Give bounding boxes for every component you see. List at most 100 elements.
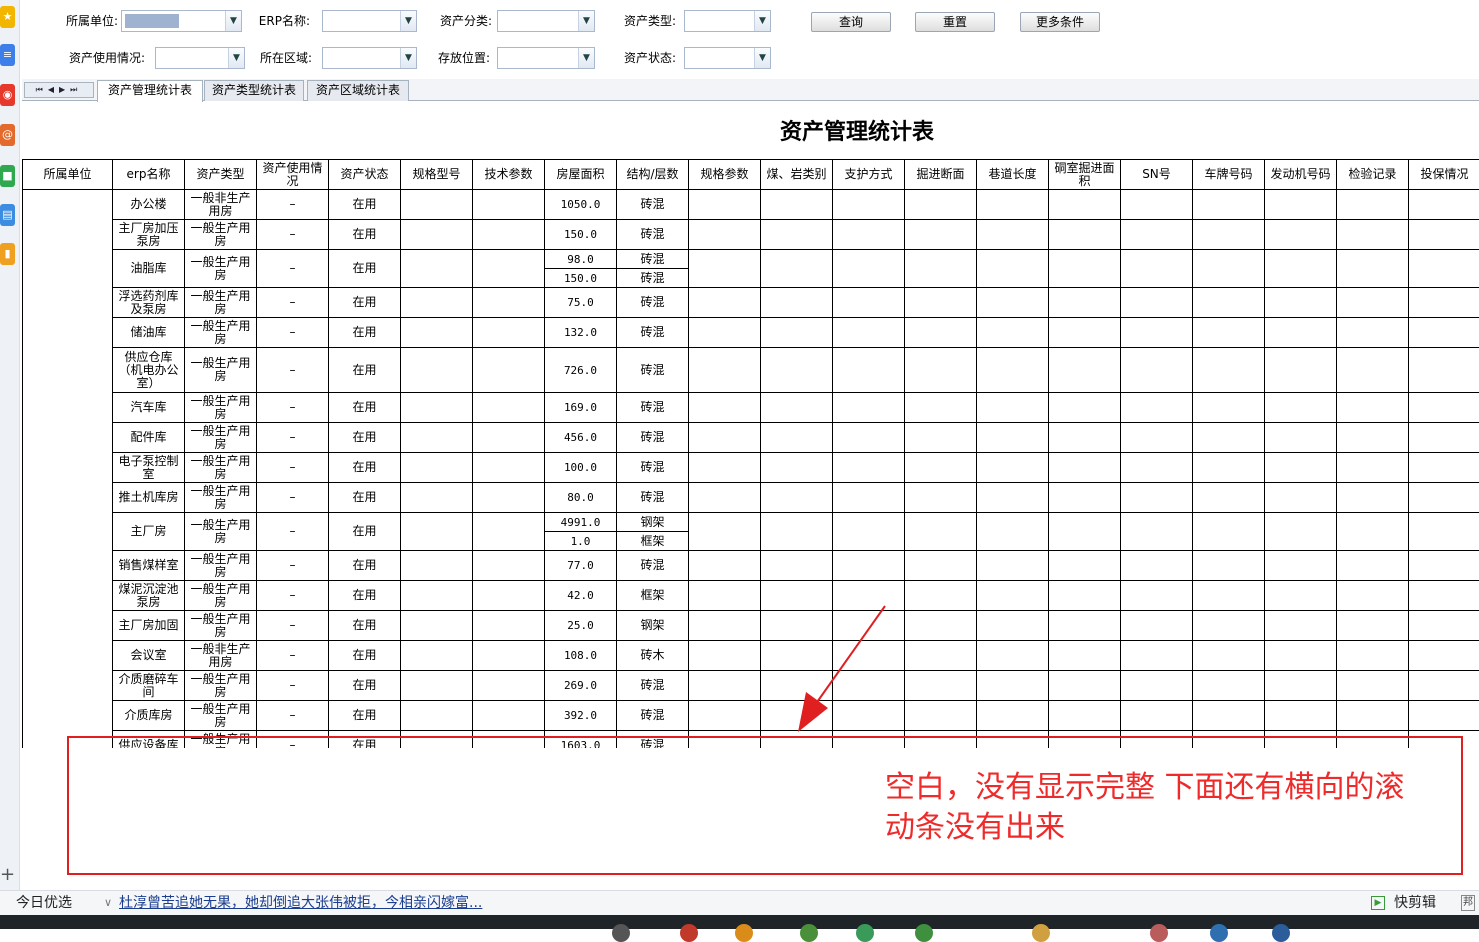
chevron-down-icon[interactable]: ▼ (578, 48, 594, 68)
taskbar-app-icon[interactable] (856, 924, 874, 942)
notes-icon[interactable]: ▤ (0, 204, 15, 226)
filter-label-area: 所在区域: (252, 48, 312, 68)
structure-cell: 砖混 (617, 220, 689, 250)
floor-area-cell: 392.0 (545, 701, 617, 731)
usage-select[interactable]: ▼ (155, 47, 245, 69)
status-cell: 在用 (329, 611, 401, 641)
empty-cell (1121, 551, 1193, 581)
chevron-down-icon[interactable]: ▼ (754, 48, 770, 68)
taskbar-app-icon[interactable] (915, 924, 933, 942)
mail-icon[interactable]: @ (0, 124, 15, 146)
chevron-down-icon[interactable]: ▼ (400, 48, 416, 68)
usage-cell: – (257, 288, 329, 318)
taskbar-app-icon[interactable] (735, 924, 753, 942)
taskbar-app-icon[interactable] (1272, 924, 1290, 942)
bookmark-icon[interactable]: ▮ (0, 243, 15, 265)
empty-cell (905, 641, 977, 671)
empty-cell (1121, 513, 1193, 551)
erp-name-select[interactable]: ▼ (322, 10, 417, 32)
query-button[interactable]: 查询 (811, 12, 891, 32)
status-cell: 在用 (329, 423, 401, 453)
spec-model-cell (401, 453, 473, 483)
empty-cell (689, 348, 761, 393)
taskbar-app-icon[interactable] (680, 924, 698, 942)
empty-cell (689, 220, 761, 250)
empty-cell (1193, 671, 1265, 701)
reset-button[interactable]: 重置 (915, 12, 995, 32)
asset-type-select[interactable]: ▼ (684, 10, 771, 32)
taskbar-app-icon[interactable] (800, 924, 818, 942)
empty-cell (1337, 348, 1409, 393)
spec-model-cell (401, 611, 473, 641)
asset-type-cell: 一般生产用房 (185, 581, 257, 611)
play-icon[interactable]: ▶ (1371, 896, 1385, 910)
report-viewport[interactable]: 资产管理统计表 所属单位erp名称资产类型资产使用情况资产状态规格型号技术参数房… (22, 102, 1479, 748)
structure-cell: 框架 (617, 532, 689, 551)
chevron-down-icon[interactable]: ▼ (225, 11, 241, 31)
empty-cell (1121, 190, 1193, 220)
filter-label-unit: 所属单位: (60, 11, 118, 31)
chevron-down-icon[interactable]: ▼ (578, 11, 594, 31)
empty-cell (905, 701, 977, 731)
more-conditions-button[interactable]: 更多条件 (1020, 12, 1100, 32)
usage-cell: – (257, 453, 329, 483)
star-icon[interactable]: ★ (0, 6, 15, 28)
empty-cell (1337, 288, 1409, 318)
column-header: 资产类型 (185, 160, 257, 190)
document-icon[interactable]: ≡ (0, 44, 15, 66)
quick-edit-label[interactable]: 快剪辑 (1394, 891, 1436, 915)
empty-cell (905, 190, 977, 220)
empty-cell (689, 641, 761, 671)
empty-cell (1409, 190, 1479, 220)
empty-cell (689, 288, 761, 318)
empty-cell (1409, 348, 1479, 393)
asset-category-select[interactable]: ▼ (497, 10, 595, 32)
empty-cell (1049, 348, 1121, 393)
empty-cell (977, 190, 1049, 220)
unit-select[interactable]: ▼ (121, 10, 242, 32)
empty-cell (1265, 701, 1337, 731)
column-header: 支护方式 (833, 160, 905, 190)
empty-cell (1337, 671, 1409, 701)
erp-name-cell: 电子泵控制室 (113, 453, 185, 483)
taskbar-app-icon[interactable] (612, 924, 630, 942)
tab-asset-region[interactable]: 资产区域统计表 (307, 80, 409, 101)
tab-asset-management[interactable]: 资产管理统计表 (97, 80, 203, 102)
table-row: 推土机库房一般生产用房–在用80.0砖混 (23, 483, 1479, 513)
status-cell: 在用 (329, 671, 401, 701)
area-select[interactable]: ▼ (322, 47, 417, 69)
empty-cell (833, 190, 905, 220)
empty-cell (1049, 513, 1121, 551)
chevron-down-icon[interactable]: ▼ (228, 48, 244, 68)
chevron-down-icon[interactable]: ▼ (400, 11, 416, 31)
asset-type-cell: 一般生产用房 (185, 288, 257, 318)
empty-cell (905, 581, 977, 611)
taskbar-app-icon[interactable] (1150, 924, 1168, 942)
add-icon[interactable]: + (0, 866, 14, 884)
empty-cell (1049, 393, 1121, 423)
taskbar-app-icon[interactable] (1210, 924, 1228, 942)
tab-navigation-arrows-icon[interactable]: ⏮◀▶⏭ (24, 82, 94, 98)
app-icon[interactable]: 邦 (1461, 895, 1475, 911)
asset-type-cell: 一般生产用房 (185, 423, 257, 453)
empty-cell (1193, 423, 1265, 453)
taskbar-app-icon[interactable] (1032, 924, 1050, 942)
chevron-down-icon[interactable]: ∨ (104, 891, 112, 915)
empty-cell (1265, 581, 1337, 611)
empty-cell (1121, 423, 1193, 453)
empty-cell (1409, 551, 1479, 581)
empty-cell (833, 483, 905, 513)
chevron-down-icon[interactable]: ▼ (754, 11, 770, 31)
status-cell: 在用 (329, 641, 401, 671)
asset-type-cell: 一般生产用房 (185, 513, 257, 551)
chat-icon[interactable]: ■ (0, 165, 15, 187)
erp-name-cell: 主厂房 (113, 513, 185, 551)
news-headline-link[interactable]: 杜淳曾苦追她无果，她却倒追大张伟被拒，今相亲闪嫁富... (119, 891, 482, 915)
location-select[interactable]: ▼ (497, 47, 595, 69)
asset-status-select[interactable]: ▼ (684, 47, 771, 69)
weibo-icon[interactable]: ◉ (0, 84, 15, 106)
tab-asset-type[interactable]: 资产类型统计表 (204, 80, 304, 101)
empty-cell (689, 581, 761, 611)
empty-cell (905, 318, 977, 348)
column-header: 煤、岩类别 (761, 160, 833, 190)
